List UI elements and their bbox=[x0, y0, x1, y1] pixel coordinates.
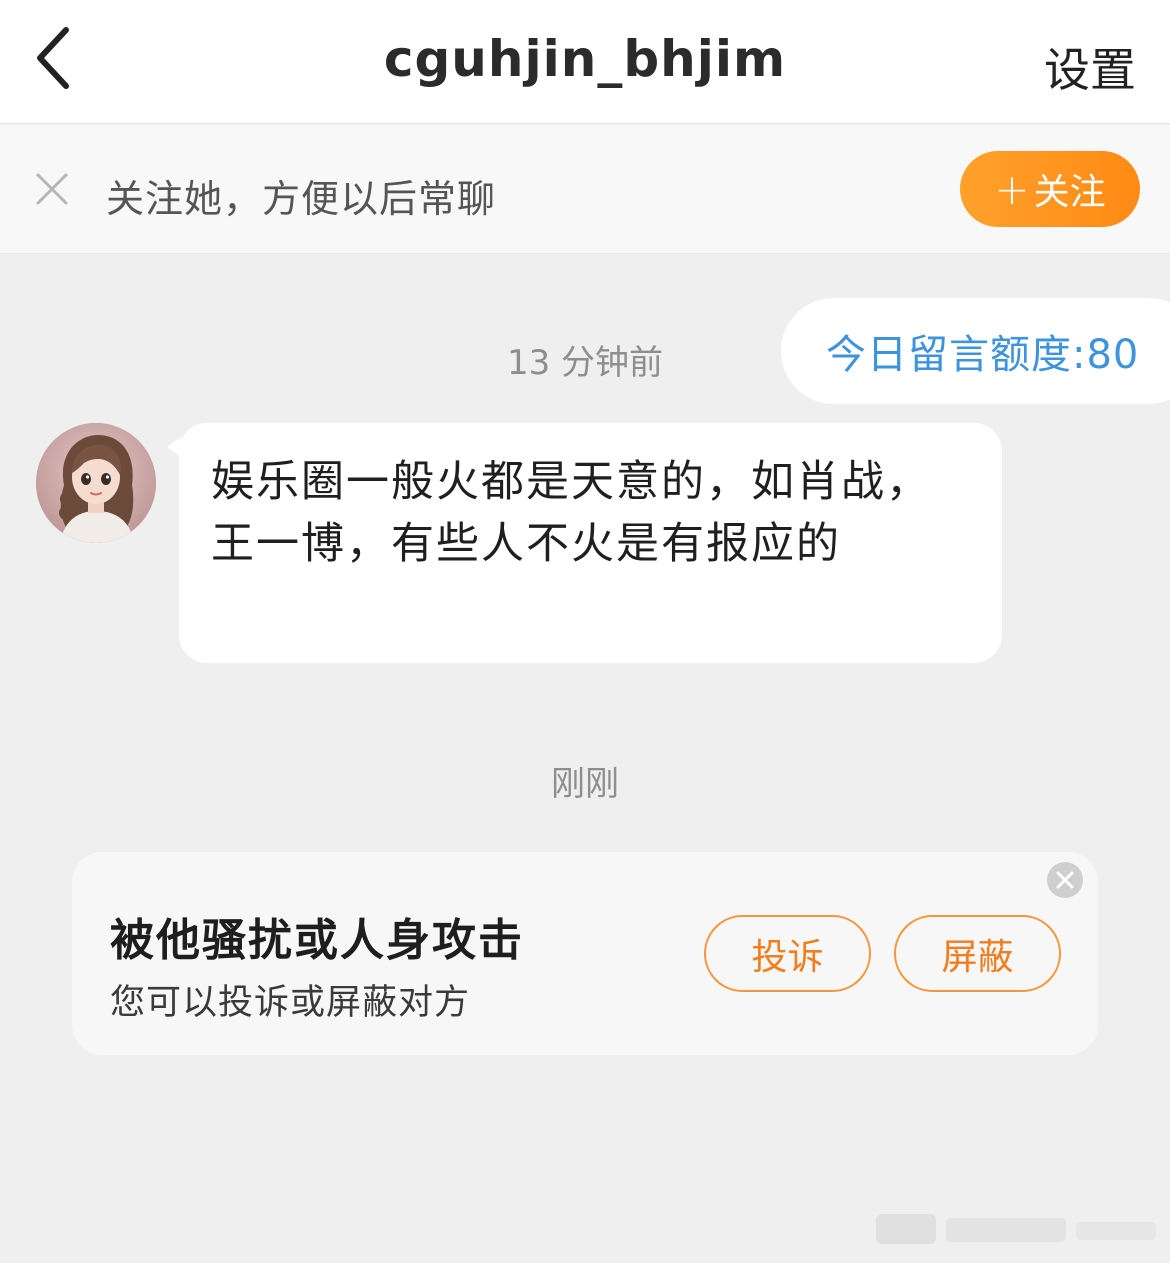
follow-prompt-bar: 关注她，方便以后常聊 + 关注 bbox=[0, 125, 1170, 254]
safety-card-title: 被他骚扰或人身攻击 bbox=[110, 915, 524, 966]
conversation-title: cguhjin_bhjim bbox=[383, 30, 787, 88]
safety-card-subtitle: 您可以投诉或屏蔽对方 bbox=[110, 983, 471, 1023]
follow-button-label: 关注 bbox=[1033, 172, 1106, 213]
timestamp: 13 分钟前 bbox=[506, 343, 664, 383]
settings-button[interactable]: 设置 bbox=[1044, 34, 1136, 100]
watermark-mark bbox=[876, 1214, 1156, 1244]
harassment-safety-card: 被他骚扰或人身攻击 您可以投诉或屏蔽对方 投诉 屏蔽 bbox=[72, 852, 1098, 1055]
top-navbar: cguhjin_bhjim 设置 bbox=[0, 0, 1170, 124]
report-button[interactable]: 投诉 bbox=[704, 915, 871, 992]
plus-icon: + bbox=[994, 164, 1030, 214]
back-button[interactable] bbox=[28, 22, 88, 94]
message-text: 娱乐圈一般火都是天意的，如肖战，王一博，有些人不火是有报应的 bbox=[211, 457, 931, 569]
dismiss-follow-button[interactable] bbox=[34, 171, 70, 207]
message-bubble[interactable]: 娱乐圈一般火都是天意的，如肖战，王一博，有些人不火是有报应的 bbox=[167, 423, 1002, 663]
timestamp: 刚刚 bbox=[551, 764, 619, 804]
close-safety-card-button[interactable] bbox=[1047, 862, 1083, 898]
avatar-image bbox=[36, 423, 156, 543]
avatar[interactable] bbox=[36, 423, 156, 543]
follow-button[interactable]: + 关注 bbox=[960, 151, 1140, 227]
block-button[interactable]: 屏蔽 bbox=[894, 915, 1061, 992]
chevron-left-icon bbox=[37, 27, 69, 89]
watermark bbox=[866, 1204, 1166, 1256]
follow-prompt-text: 关注她，方便以后常聊 bbox=[106, 177, 497, 221]
bubble-tail bbox=[167, 437, 181, 457]
close-circle-icon bbox=[1056, 871, 1074, 889]
close-icon bbox=[36, 173, 68, 205]
chat-screen: cguhjin_bhjim 设置 关注她，方便以后常聊 + 关注 今日留言额度:… bbox=[0, 0, 1170, 1263]
